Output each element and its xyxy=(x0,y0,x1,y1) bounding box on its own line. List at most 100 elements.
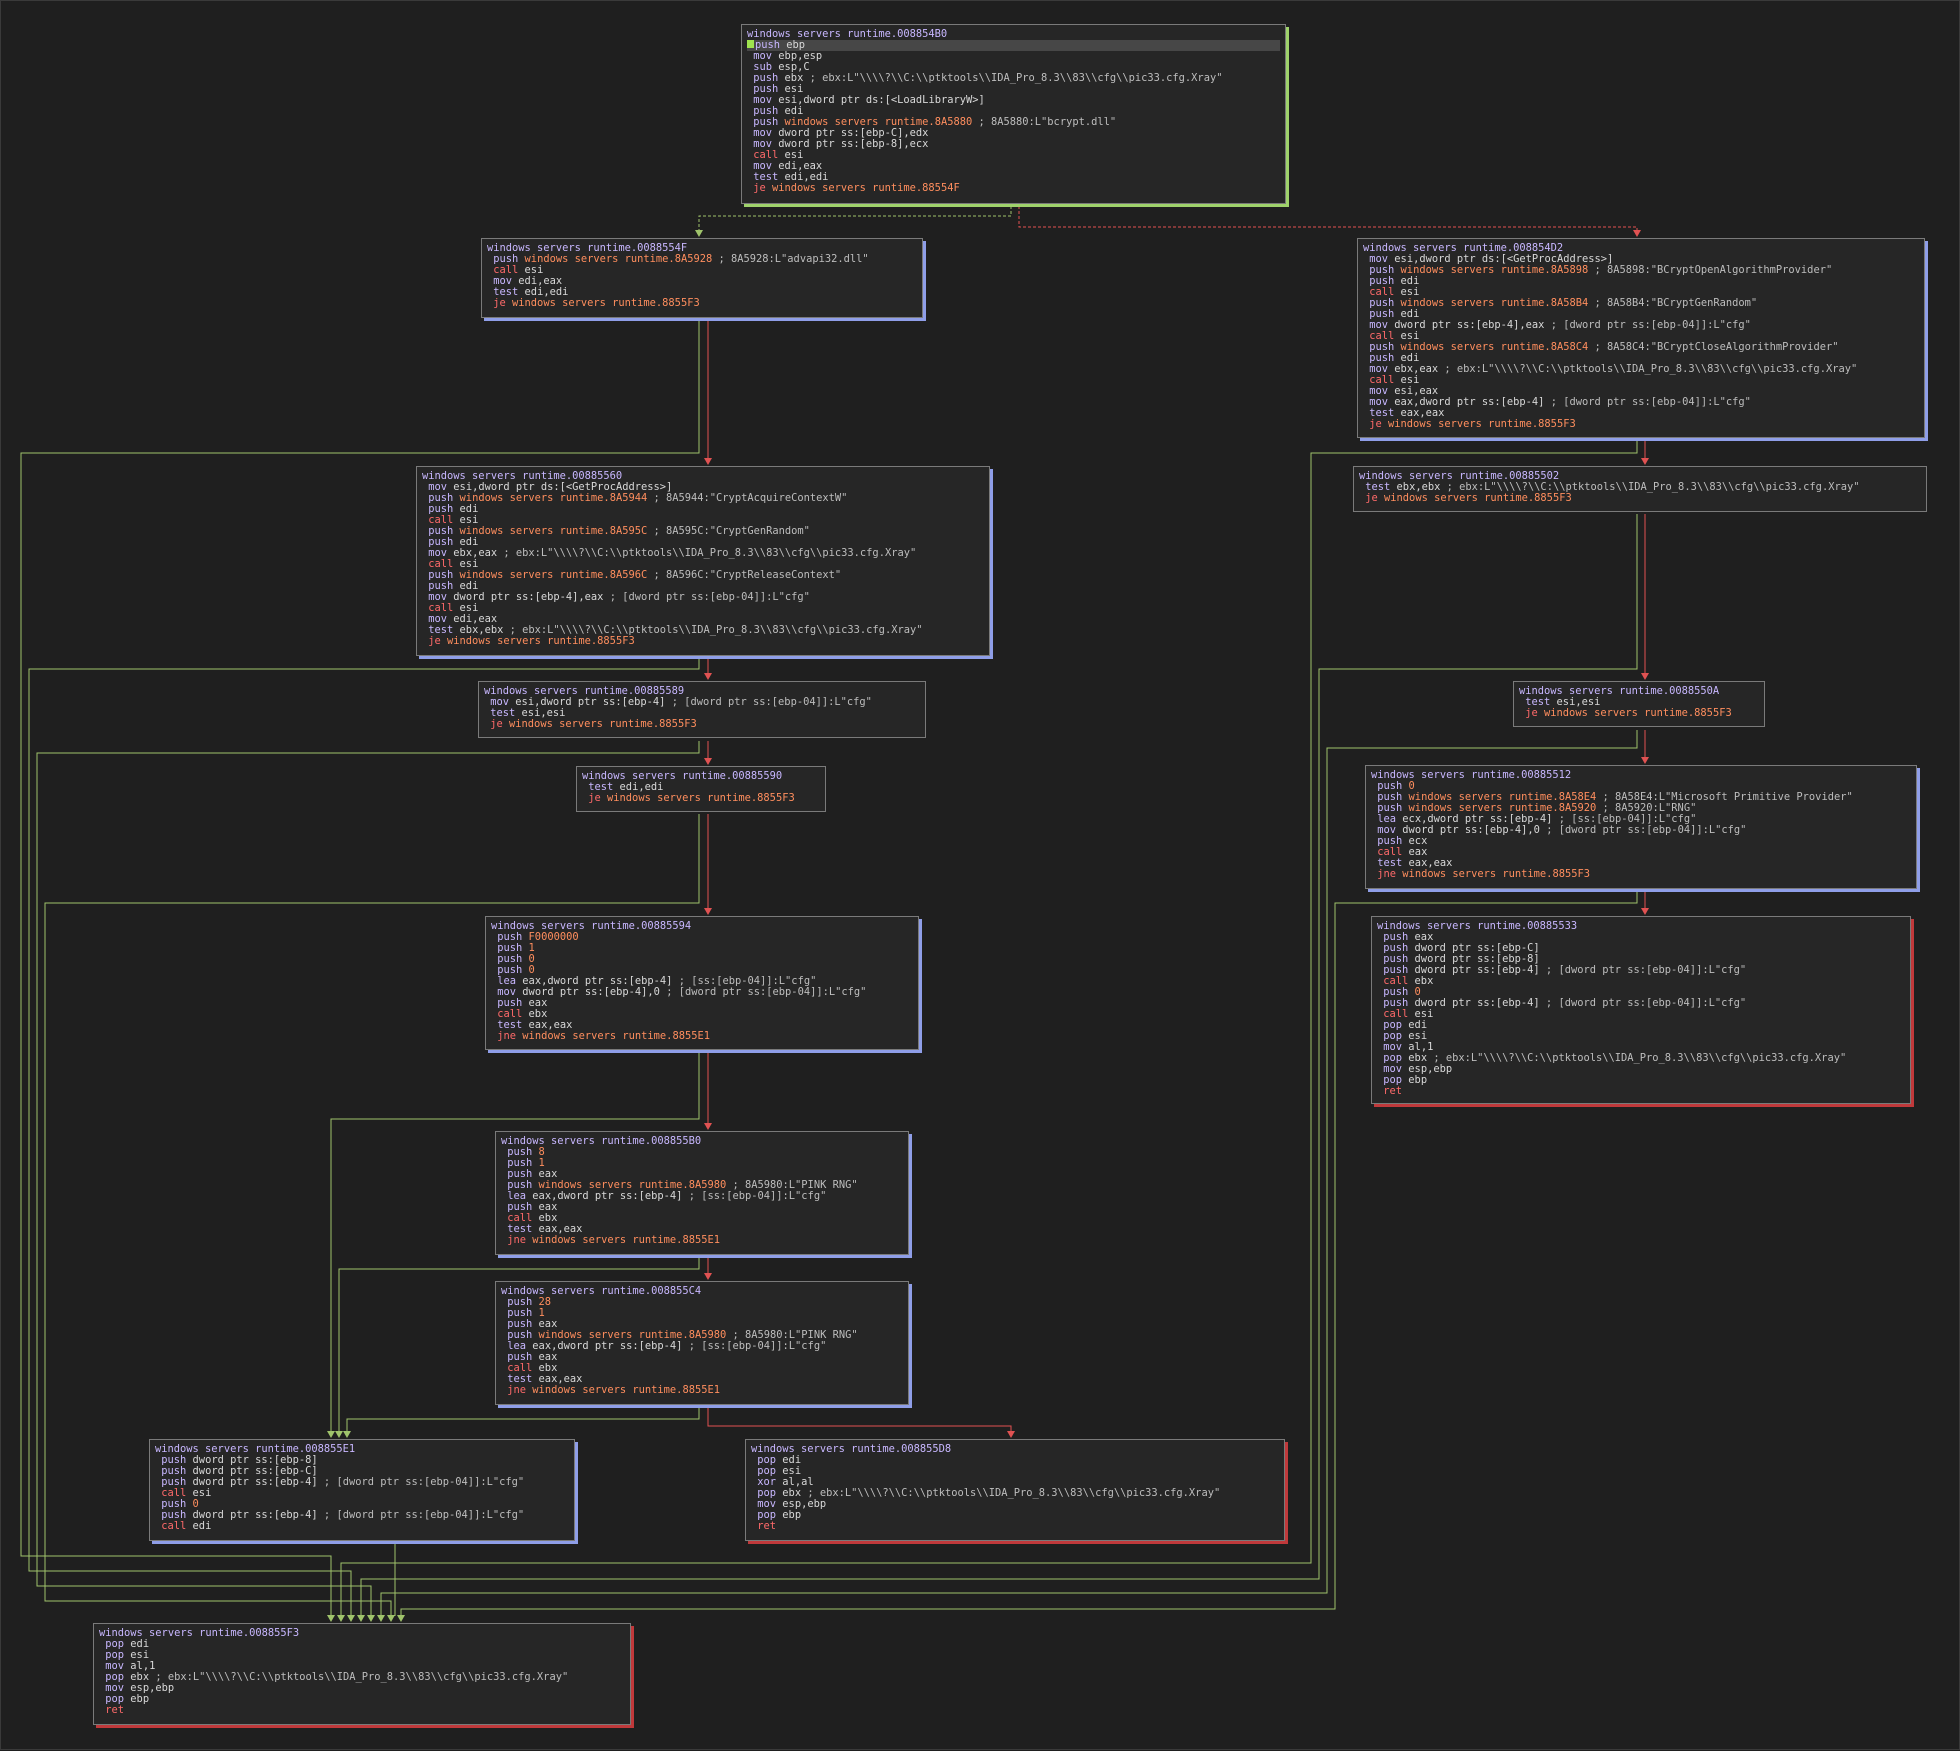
instruction-line[interactable]: push 1 xyxy=(501,1308,903,1319)
basic-block-008855B0[interactable]: windows servers runtime.008855B0 push 8 … xyxy=(495,1131,909,1255)
instruction-line[interactable]: mov dword ptr ss:[ebp-4],eax ; [dword pt… xyxy=(1363,320,1919,331)
instruction-line[interactable]: je windows servers runtime.8855F3 xyxy=(484,719,920,730)
instruction-line[interactable]: push windows servers runtime.8A596C ; 8A… xyxy=(422,570,984,581)
basic-block-0088554F[interactable]: windows servers runtime.0088554F push wi… xyxy=(481,238,923,318)
instruction-line[interactable]: pop esi xyxy=(1377,1031,1905,1042)
instruction-line[interactable]: mov dword ptr ss:[ebp-8],ecx xyxy=(747,139,1280,150)
instruction-line[interactable]: pop ebx ; ebx:L"\\\\?\\C:\\ptktools\\IDA… xyxy=(751,1488,1279,1499)
instruction-line[interactable]: push windows servers runtime.8A58C4 ; 8A… xyxy=(1363,342,1919,353)
graph-view-canvas[interactable]: windows servers runtime.008854B0 push ebp… xyxy=(0,0,1960,1750)
instruction-line[interactable]: push F0000000 xyxy=(491,932,913,943)
instruction-line[interactable]: je windows servers runtime.8855F3 xyxy=(1519,708,1759,719)
instruction-line[interactable]: push 1 xyxy=(491,943,913,954)
instruction-line[interactable]: call edi xyxy=(155,1521,569,1532)
basic-block-008855F3[interactable]: windows servers runtime.008855F3 pop edi… xyxy=(93,1623,631,1725)
basic-block-00885512[interactable]: windows servers runtime.00885512 push 0 … xyxy=(1365,765,1917,889)
instruction-line[interactable]: pop edi xyxy=(1377,1020,1905,1031)
basic-block-00885594[interactable]: windows servers runtime.00885594 push F0… xyxy=(485,916,919,1050)
instruction-line[interactable]: mov esp,ebp xyxy=(99,1683,625,1694)
basic-block-00885502[interactable]: windows servers runtime.00885502 test eb… xyxy=(1353,466,1927,512)
instruction-line[interactable]: jne windows servers runtime.8855E1 xyxy=(501,1385,903,1396)
basic-block-008855C4[interactable]: windows servers runtime.008855C4 push 28… xyxy=(495,1281,909,1405)
instruction-line[interactable]: push dword ptr ss:[ebp-4] ; [dword ptr s… xyxy=(1377,998,1905,1009)
instruction-line[interactable]: pop ebx ; ebx:L"\\\\?\\C:\\ptktools\\IDA… xyxy=(99,1672,625,1683)
block-title[interactable]: windows servers runtime.008855C4 xyxy=(501,1286,903,1297)
instruction-line[interactable]: push eax xyxy=(491,998,913,1009)
instruction-line[interactable]: jne windows servers runtime.8855E1 xyxy=(501,1235,903,1246)
block-title[interactable]: windows servers runtime.00885512 xyxy=(1371,770,1911,781)
instruction-line[interactable]: push 1 xyxy=(501,1158,903,1169)
instruction-line[interactable]: push ebx ; ebx:L"\\\\?\\C:\\ptktools\\ID… xyxy=(747,73,1280,84)
instruction-line[interactable]: mov ebp,esp xyxy=(747,51,1280,62)
instruction-line[interactable]: push dword ptr ss:[ebp-4] ; [dword ptr s… xyxy=(155,1510,569,1521)
block-title[interactable]: windows servers runtime.008854B0 xyxy=(747,29,1280,40)
instruction-line[interactable]: mov dword ptr ss:[ebp-4],eax ; [dword pt… xyxy=(422,592,984,603)
instruction-line[interactable]: push windows servers runtime.8A5898 ; 8A… xyxy=(1363,265,1919,276)
instruction-line[interactable]: lea eax,dword ptr ss:[ebp-4] ; [ss:[ebp-… xyxy=(501,1341,903,1352)
instruction-line[interactable]: mov dword ptr ss:[ebp-4],0 ; [dword ptr … xyxy=(1371,825,1911,836)
instruction-line[interactable]: call esi xyxy=(1363,375,1919,386)
basic-block-00885589[interactable]: windows servers runtime.00885589 mov esi… xyxy=(478,681,926,738)
instruction-line[interactable]: push windows servers runtime.8A5944 ; 8A… xyxy=(422,493,984,504)
instruction-line[interactable]: ret xyxy=(1377,1086,1905,1097)
instruction-mnemonic: jne xyxy=(497,1030,517,1042)
instruction-line[interactable]: call esi xyxy=(1377,1009,1905,1020)
instruction-line[interactable]: mov esp,ebp xyxy=(751,1499,1279,1510)
instruction-line[interactable]: push windows servers runtime.8A5928 ; 8A… xyxy=(487,254,917,265)
instruction-line[interactable]: lea eax,dword ptr ss:[ebp-4] ; [ss:[ebp-… xyxy=(501,1191,903,1202)
block-title[interactable]: windows servers runtime.008855F3 xyxy=(99,1628,625,1639)
instruction-line[interactable]: mov esi,dword ptr ds:[<LoadLibraryW>] xyxy=(747,95,1280,106)
instruction-line[interactable]: je windows servers runtime.88554F xyxy=(747,183,1280,194)
instruction-line[interactable]: pop ebp xyxy=(99,1694,625,1705)
block-title[interactable]: windows servers runtime.008855D8 xyxy=(751,1444,1279,1455)
basic-block-00885533[interactable]: windows servers runtime.00885533 push ea… xyxy=(1371,916,1911,1104)
instruction-line[interactable]: push edi xyxy=(1363,276,1919,287)
instruction-line[interactable]: pop ebp xyxy=(751,1510,1279,1521)
block-title[interactable]: windows servers runtime.00885533 xyxy=(1377,921,1905,932)
instruction-line[interactable]: call esi xyxy=(422,603,984,614)
instruction-line[interactable]: ret xyxy=(751,1521,1279,1532)
instruction-line[interactable]: je windows servers runtime.8855F3 xyxy=(582,793,820,804)
instruction-line[interactable]: push 0 xyxy=(491,954,913,965)
instruction-line[interactable]: push edi xyxy=(422,504,984,515)
instruction-line[interactable]: je windows servers runtime.8855F3 xyxy=(1359,493,1921,504)
basic-block-008855D8[interactable]: windows servers runtime.008855D8 pop edi… xyxy=(745,1439,1285,1541)
instruction-line[interactable]: pop esi xyxy=(751,1466,1279,1477)
instruction-line[interactable]: push dword ptr ss:[ebp-4] ; [dword ptr s… xyxy=(1377,965,1905,976)
instruction-line[interactable]: pop ebx ; ebx:L"\\\\?\\C:\\ptktools\\IDA… xyxy=(1377,1053,1905,1064)
instruction-line[interactable]: mov esp,ebp xyxy=(1377,1064,1905,1075)
block-title[interactable]: windows servers runtime.008855B0 xyxy=(501,1136,903,1147)
instruction-line[interactable]: push ecx xyxy=(1371,836,1911,847)
instruction-line[interactable]: push 28 xyxy=(501,1297,903,1308)
instruction-line[interactable]: mov dword ptr ss:[ebp-4],0 ; [dword ptr … xyxy=(491,987,913,998)
instruction-line[interactable]: jne windows servers runtime.8855F3 xyxy=(1371,869,1911,880)
instruction-line[interactable]: call ebx xyxy=(1377,976,1905,987)
instruction-line[interactable]: call esi xyxy=(155,1488,569,1499)
instruction-line[interactable]: push 8 xyxy=(501,1147,903,1158)
basic-block-0088550A[interactable]: windows servers runtime.0088550A test es… xyxy=(1513,681,1765,727)
instruction-line[interactable]: push ebp xyxy=(747,40,1280,51)
basic-block-008855E1[interactable]: windows servers runtime.008855E1 push dw… xyxy=(149,1439,575,1541)
instruction-line[interactable]: je windows servers runtime.8855F3 xyxy=(422,636,984,647)
instruction-line[interactable]: push eax xyxy=(501,1202,903,1213)
instruction-line[interactable]: push windows servers runtime.8A595C ; 8A… xyxy=(422,526,984,537)
instruction-line[interactable]: pop esi xyxy=(99,1650,625,1661)
instruction-line[interactable]: ret xyxy=(99,1705,625,1716)
instruction-line[interactable]: jne windows servers runtime.8855E1 xyxy=(491,1031,913,1042)
instruction-line[interactable]: pop ebp xyxy=(1377,1075,1905,1086)
basic-block-00885590[interactable]: windows servers runtime.00885590 test ed… xyxy=(576,766,826,812)
instruction-line[interactable]: push windows servers runtime.8A58B4 ; 8A… xyxy=(1363,298,1919,309)
instruction-line[interactable]: push dword ptr ss:[ebp-4] ; [dword ptr s… xyxy=(155,1477,569,1488)
instruction-line[interactable]: pop edi xyxy=(99,1639,625,1650)
instruction-line[interactable]: je windows servers runtime.8855F3 xyxy=(1363,419,1919,430)
instruction-line[interactable]: call esi xyxy=(747,150,1280,161)
basic-block-008854D2[interactable]: windows servers runtime.008854D2 mov esi… xyxy=(1357,238,1925,438)
instruction-line[interactable]: je windows servers runtime.8855F3 xyxy=(487,298,917,309)
instruction-line[interactable]: push eax xyxy=(501,1352,903,1363)
instruction-line[interactable]: mov ebx,eax ; ebx:L"\\\\?\\C:\\ptktools\… xyxy=(422,548,984,559)
basic-block-008854B0[interactable]: windows servers runtime.008854B0 push ebp… xyxy=(741,24,1286,204)
instruction-line[interactable]: pop edi xyxy=(751,1455,1279,1466)
instruction-line[interactable]: mov eax,dword ptr ss:[ebp-4] ; [dword pt… xyxy=(1363,397,1919,408)
instruction-line[interactable]: mov ebx,eax ; ebx:L"\\\\?\\C:\\ptktools\… xyxy=(1363,364,1919,375)
basic-block-00885560[interactable]: windows servers runtime.00885560 mov esi… xyxy=(416,466,990,656)
